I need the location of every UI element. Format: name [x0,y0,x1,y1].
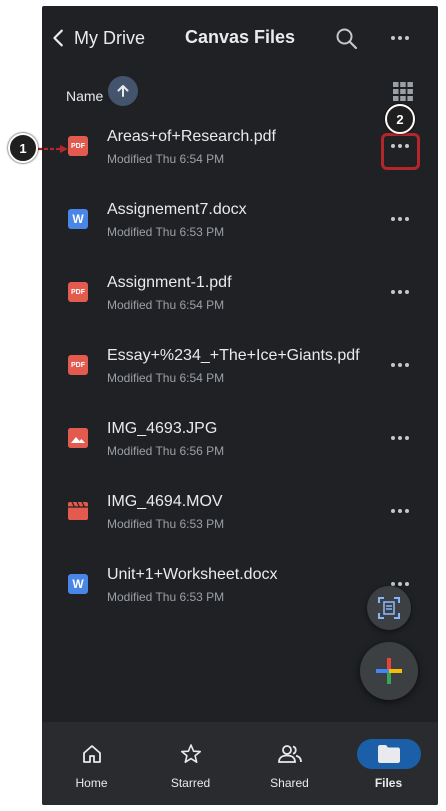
sort-label[interactable]: Name [66,88,103,104]
file-more-button[interactable] [386,280,414,304]
file-row[interactable]: PDF Assignment-1.pdf Modified Thu 6:54 P… [42,274,438,347]
arrow-up-icon [117,85,129,97]
star-icon [163,739,219,769]
file-modified: Modified Thu 6:53 PM [107,517,225,531]
word-doc-icon: W [68,574,88,594]
file-name: Essay+%234_+The+Ice+Giants.pdf [107,347,360,364]
nav-label: Starred [170,776,211,790]
scan-icon [378,597,400,619]
file-name: Assignment-1.pdf [107,274,232,291]
file-modified: Modified Thu 6:54 PM [107,371,225,385]
file-more-button[interactable] [386,207,414,231]
search-icon[interactable] [334,26,360,52]
step-callout-2: 2 [385,104,415,134]
file-row[interactable]: IMG_4693.JPG Modified Thu 6:56 PM [42,420,438,493]
more-options-icon[interactable] [386,28,414,48]
file-row[interactable]: IMG_4694.MOV Modified Thu 6:53 PM [42,493,438,566]
file-name: Assignement7.docx [107,201,247,218]
nav-label: Files [374,776,403,790]
word-doc-icon: W [68,209,88,229]
step-callout-1: 1 [8,133,38,163]
more-options-icon [391,436,409,440]
top-app-bar: My Drive Canvas Files [42,6,438,70]
more-options-icon [391,290,409,294]
file-row[interactable]: PDF Essay+%234_+The+Ice+Giants.pdf Modif… [42,347,438,420]
plus-icon [376,658,402,684]
highlight-box [381,133,420,170]
file-row[interactable]: PDF Areas+of+Research.pdf Modified Thu 6… [42,128,438,201]
sort-direction-button[interactable] [108,76,138,106]
pdf-icon: PDF [68,136,88,156]
file-modified: Modified Thu 6:54 PM [107,152,225,166]
scan-button[interactable] [367,586,411,630]
image-icon [68,428,88,448]
nav-label: Shared [270,776,309,790]
more-options-icon [391,363,409,367]
file-name: Areas+of+Research.pdf [107,128,276,145]
file-modified: Modified Thu 6:56 PM [107,444,225,458]
file-modified: Modified Thu 6:53 PM [107,590,225,604]
grid-view-icon[interactable] [392,80,414,102]
file-row[interactable]: W Assignement7.docx Modified Thu 6:53 PM [42,201,438,274]
bottom-navigation: Home Starred Shared Files [42,722,438,805]
nav-files[interactable]: Files [339,722,438,805]
sort-row: Name [42,72,438,112]
home-icon [64,739,120,769]
file-name: Unit+1+Worksheet.docx [107,566,278,583]
folder-icon [356,739,421,769]
file-modified: Modified Thu 6:53 PM [107,225,225,239]
pdf-icon: PDF [68,355,88,375]
new-file-button[interactable] [360,642,418,700]
file-more-button[interactable] [386,426,414,450]
file-more-button[interactable] [386,353,414,377]
file-name: IMG_4693.JPG [107,420,218,437]
file-more-button[interactable] [386,499,414,523]
more-options-icon [391,217,409,221]
phone-screen: My Drive Canvas Files Name PDF Areas+of+… [42,6,438,805]
video-icon [68,501,88,520]
pdf-icon: PDF [68,282,88,302]
nav-starred[interactable]: Starred [141,722,240,805]
file-name: IMG_4694.MOV [107,493,223,510]
callout-arrow [38,145,68,153]
nav-label: Home [75,776,108,790]
more-options-icon [391,509,409,513]
shared-icon [262,739,318,769]
nav-shared[interactable]: Shared [240,722,339,805]
page-title: Canvas Files [184,27,296,47]
file-modified: Modified Thu 6:54 PM [107,298,225,312]
nav-home[interactable]: Home [42,722,141,805]
